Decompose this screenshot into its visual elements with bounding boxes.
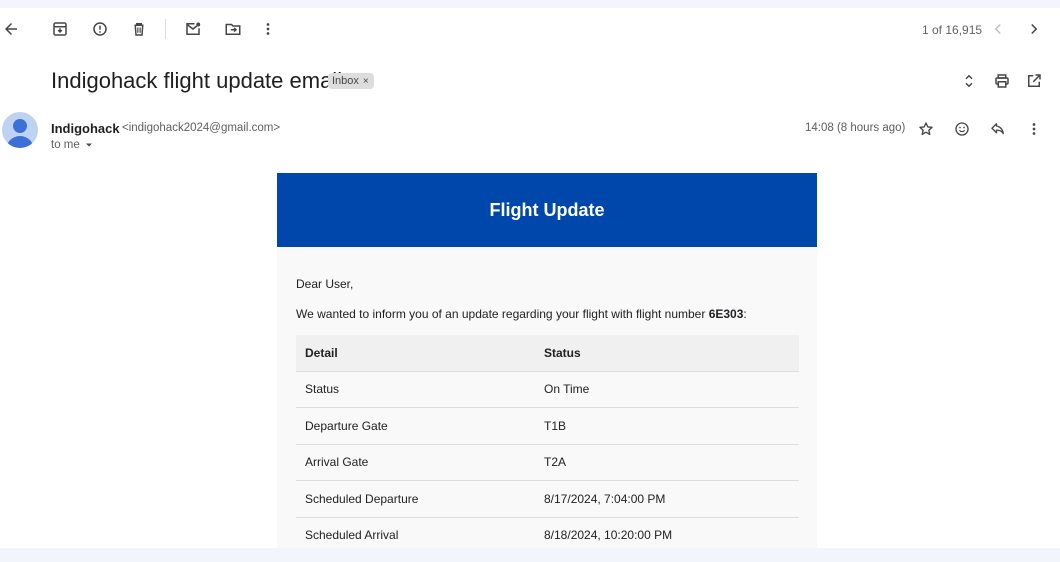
remove-label-icon[interactable]: × [363,76,369,87]
intro-suffix: : [743,307,747,321]
intro-paragraph: We wanted to inform you of an update reg… [296,307,799,321]
print-icon[interactable] [988,67,1016,95]
status-cell: 8/18/2024, 10:20:00 PM [535,517,799,548]
flight-number: 6E303 [708,307,744,321]
greeting: Dear User, [296,277,354,291]
table-row: Departure Gate T1B [296,407,799,445]
report-spam-icon[interactable] [86,15,114,43]
email-body: Dear User, We wanted to inform you of an… [277,247,817,548]
sender-avatar[interactable] [2,112,38,148]
status-cell: 8/17/2024, 7:04:00 PM [535,480,799,518]
email-subject: Indigohack flight update email [51,68,343,93]
status-cell: On Time [535,371,799,408]
status-cell: T1B [535,407,799,445]
column-header: Detail [296,335,535,372]
caret-down-icon [85,143,92,147]
column-header: Status [535,335,799,372]
detail-cell: Arrival Gate [296,444,535,481]
emoji-reaction-icon[interactable] [948,115,976,143]
archive-icon[interactable] [46,15,74,43]
email-content-card: Flight Update Dear User, We wanted to in… [277,173,817,548]
inbox-label-chip[interactable]: Inbox × [328,73,374,89]
table-row: Status On Time [296,371,799,408]
detail-cell: Status [296,371,535,408]
to-line: to me [51,139,80,151]
chevron-right-icon[interactable] [1020,15,1048,43]
sender-email: <indigohack2024@gmail.com> [122,122,281,134]
move-to-folder-icon[interactable] [219,15,247,43]
email-header-title: Flight Update [489,199,605,220]
arrow-left-icon[interactable] [0,15,25,43]
pager-count: 1 of 16,915 [922,23,983,37]
avatar-head [13,119,27,133]
avatar-body [6,136,34,148]
recipient-details-toggle[interactable]: to me [51,139,94,151]
expand-collapse-icon[interactable] [955,67,983,95]
reply-icon[interactable] [984,115,1012,143]
table-header-row: Detail Status [296,335,799,372]
sender-name[interactable]: Indigohack [51,121,120,136]
trash-icon[interactable] [125,15,153,43]
email-view: 1 of 16,915 Indigohack flight update ema… [0,8,1060,548]
more-options-icon[interactable] [1020,115,1048,143]
open-new-window-icon[interactable] [1020,67,1048,95]
email-header-banner: Flight Update [277,173,817,247]
detail-cell: Departure Gate [296,407,535,445]
label-text: Inbox [332,75,359,87]
star-icon[interactable] [912,115,940,143]
table-row: Scheduled Departure 8/17/2024, 7:04:00 P… [296,480,799,518]
more-vertical-icon[interactable] [254,15,282,43]
table-row: Scheduled Arrival 8/18/2024, 10:20:00 PM [296,517,799,548]
chevron-left-icon[interactable] [984,15,1012,43]
detail-cell: Scheduled Departure [296,480,535,518]
status-cell: T2A [535,444,799,481]
message-timestamp: 14:08 (8 hours ago) [805,122,906,134]
flight-details-table: Detail Status Status On Time Departure G… [296,335,799,548]
mark-unread-icon[interactable] [179,15,207,43]
toolbar-divider [165,19,166,39]
table-row: Arrival Gate T2A [296,444,799,481]
detail-cell: Scheduled Arrival [296,517,535,548]
intro-text: We wanted to inform you of an update reg… [296,307,709,321]
